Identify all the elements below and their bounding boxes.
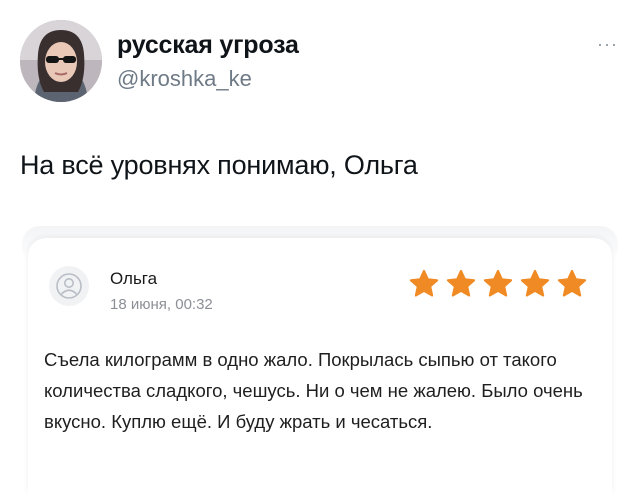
rating-stars	[408, 268, 588, 300]
user-circle-icon	[49, 266, 89, 306]
star-icon	[409, 269, 439, 297]
tweet-text: На всё уровнях понимаю, Ольга	[20, 150, 418, 180]
star-icon	[483, 269, 513, 297]
star-icon	[446, 269, 476, 297]
avatar-photo	[20, 20, 102, 102]
review-card: Ольга 18 июня, 00:32 Съела килограмм в о…	[28, 238, 612, 495]
avatar[interactable]	[20, 20, 102, 102]
review-text: Съела килограмм в одно жало. Покрылась с…	[44, 349, 583, 432]
author-name[interactable]: русская угроза	[117, 31, 299, 60]
star-icon	[520, 269, 550, 297]
more-options-button[interactable]: ···	[597, 34, 618, 55]
review-date: 18 июня, 00:32	[110, 296, 213, 313]
reviewer-name: Ольга	[110, 269, 158, 288]
author-handle[interactable]: @kroshka_ke	[117, 66, 252, 92]
star-icon	[557, 269, 587, 297]
